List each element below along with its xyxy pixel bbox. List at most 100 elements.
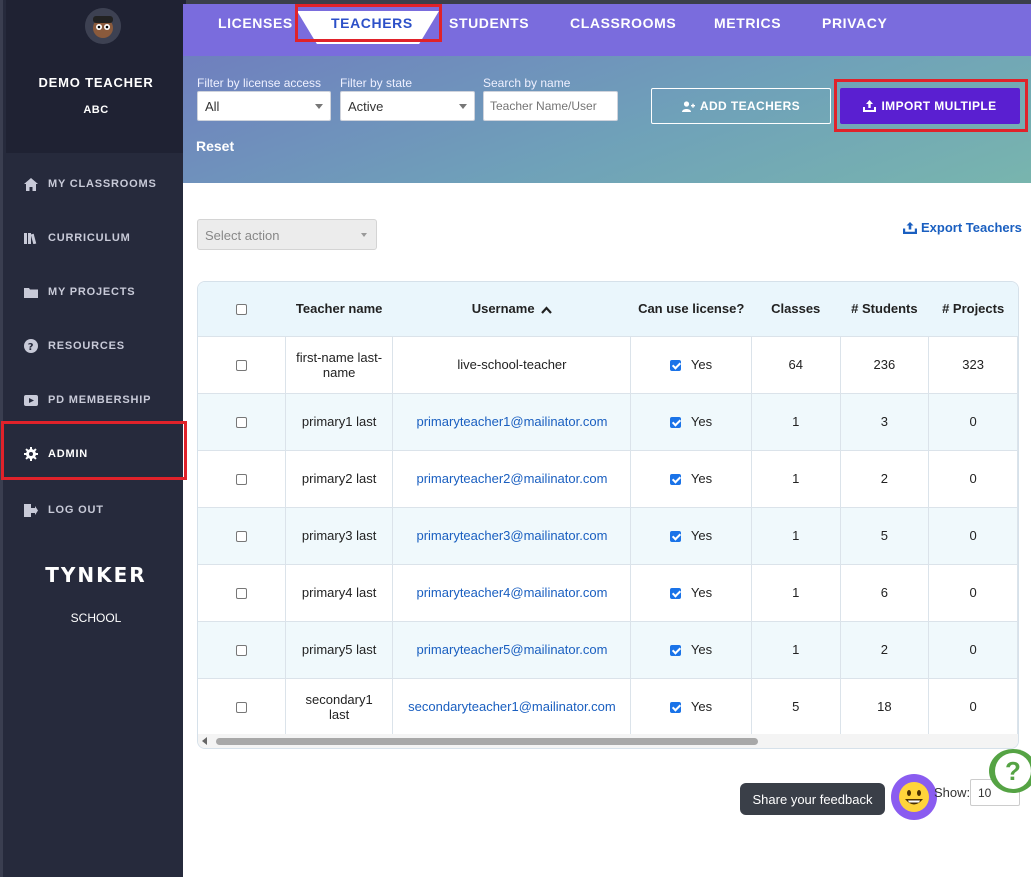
username-link[interactable]: primaryteacher5@mailinator.com (392, 620, 632, 678)
license-cell: Yes (630, 449, 752, 507)
export-icon (903, 221, 917, 234)
chevron-down-icon (315, 104, 323, 109)
username-link[interactable]: primaryteacher4@mailinator.com (392, 563, 632, 621)
username-link[interactable]: primaryteacher1@mailinator.com (392, 392, 632, 450)
license-checkbox[interactable] (670, 531, 682, 543)
home-icon (22, 175, 40, 193)
license-cell: Yes (630, 620, 752, 678)
tab-metrics[interactable]: METRICS (714, 15, 781, 31)
teachers-table: Teacher name Username Can use license? C… (197, 281, 1019, 749)
table-row: secondary1 last secondaryteacher1@mailin… (198, 677, 1018, 735)
tynker-school-label: SCHOOL (70, 611, 122, 625)
help-icon: ? (995, 753, 1031, 789)
table-row: primary2 last primaryteacher2@mailinator… (198, 449, 1018, 507)
row-checkbox[interactable] (235, 417, 247, 429)
video-icon (22, 391, 40, 409)
column-header-username[interactable]: Username (392, 282, 631, 336)
sidebar-item-resources[interactable]: ? RESOURCES (6, 319, 186, 373)
share-feedback-tooltip[interactable]: Share your feedback (740, 783, 885, 815)
add-teachers-button[interactable]: ADD TEACHERS (651, 88, 831, 124)
projects-cell: 0 (928, 449, 1018, 507)
license-checkbox[interactable] (670, 588, 682, 600)
projects-cell: 0 (928, 620, 1018, 678)
row-select-cell (198, 335, 286, 393)
table-row: primary4 last primaryteacher4@mailinator… (198, 563, 1018, 621)
username-link[interactable]: secondaryteacher1@mailinator.com (392, 677, 632, 735)
sidebar-item-curriculum[interactable]: CURRICULUM (6, 211, 186, 265)
license-cell: Yes (630, 677, 752, 735)
avatar[interactable] (85, 8, 121, 44)
teacher-name-cell: primary1 last (285, 392, 394, 450)
row-select-cell (198, 392, 286, 450)
students-cell: 5 (840, 506, 930, 564)
projects-cell: 323 (928, 335, 1018, 393)
sidebar-item-my-projects[interactable]: MY PROJECTS (6, 265, 186, 319)
export-teachers-link[interactable]: Export Teachers (903, 220, 1022, 235)
select-all-checkbox[interactable] (236, 304, 248, 316)
students-cell: 236 (840, 335, 930, 393)
license-checkbox[interactable] (670, 474, 682, 486)
sidebar-item-log-out[interactable]: LOG OUT (6, 483, 186, 537)
question-icon: ? (22, 337, 40, 355)
tab-licenses[interactable]: LICENSES (218, 15, 293, 31)
license-checkbox[interactable] (670, 645, 682, 657)
license-cell: Yes (630, 335, 752, 393)
tab-students[interactable]: STUDENTS (449, 15, 529, 31)
search-input[interactable] (483, 91, 618, 121)
column-header-projects[interactable]: # Projects (928, 282, 1018, 336)
row-checkbox[interactable] (235, 645, 247, 657)
row-select-cell (198, 449, 286, 507)
sidebar-item-label: MY PROJECTS (48, 286, 136, 298)
select-all-cell (198, 282, 286, 336)
classes-cell: 1 (751, 563, 841, 621)
license-checkbox[interactable] (670, 360, 682, 372)
column-header-can-use-license[interactable]: Can use license? (630, 282, 752, 336)
tynker-logo[interactable]: TYNKER (6, 563, 186, 587)
license-checkbox[interactable] (670, 417, 682, 429)
row-checkbox[interactable] (235, 702, 247, 714)
state-filter-label: Filter by state (340, 76, 413, 90)
license-checkbox[interactable] (670, 702, 682, 714)
row-select-cell (198, 563, 286, 621)
projects-cell: 0 (928, 563, 1018, 621)
user-name: DEMO TEACHER (38, 75, 154, 90)
row-select-cell (198, 506, 286, 564)
bulk-action-select[interactable]: Select action (197, 219, 377, 250)
column-header-students[interactable]: # Students (840, 282, 929, 336)
username-link[interactable]: primaryteacher3@mailinator.com (392, 506, 632, 564)
page-size-label: Show: (934, 785, 971, 800)
sort-up-icon (541, 302, 553, 317)
tab-classrooms[interactable]: CLASSROOMS (570, 15, 676, 31)
classes-cell: 1 (751, 506, 841, 564)
horizontal-scrollbar[interactable] (198, 734, 1018, 748)
tab-privacy[interactable]: PRIVACY (822, 15, 887, 31)
scroll-left-icon[interactable] (202, 737, 207, 745)
sidebar-item-my-classrooms[interactable]: MY CLASSROOMS (6, 157, 186, 211)
students-cell: 2 (840, 449, 930, 507)
license-cell: Yes (630, 506, 752, 564)
teacher-name-cell: primary3 last (285, 506, 394, 564)
teacher-name-cell: secondary1 last (285, 677, 394, 735)
license-filter-select[interactable]: All (197, 91, 331, 121)
folder-icon (22, 283, 40, 301)
reset-button[interactable]: Reset (196, 138, 234, 154)
row-checkbox[interactable] (235, 588, 247, 600)
students-cell: 18 (840, 677, 930, 735)
sidebar-item-label: CURRICULUM (48, 232, 131, 244)
scrollbar-thumb[interactable] (216, 738, 758, 745)
row-checkbox[interactable] (235, 360, 247, 372)
row-checkbox[interactable] (235, 531, 247, 543)
help-button[interactable]: ? (989, 749, 1031, 793)
sidebar-item-label: LOG OUT (48, 504, 104, 516)
state-filter-select[interactable]: Active (340, 91, 475, 121)
column-header-teacher-name[interactable]: Teacher name (285, 282, 393, 336)
add-user-icon (681, 100, 695, 112)
feedback-smiley-button[interactable] (891, 774, 937, 820)
column-header-classes[interactable]: Classes (751, 282, 840, 336)
sidebar-item-pd-membership[interactable]: PD MEMBERSHIP (6, 373, 186, 427)
username-cell: live-school-teacher (392, 335, 632, 393)
username-link[interactable]: primaryteacher2@mailinator.com (392, 449, 632, 507)
table-header-row: Teacher name Username Can use license? C… (198, 282, 1018, 336)
classes-cell: 1 (751, 392, 841, 450)
row-checkbox[interactable] (235, 474, 247, 486)
